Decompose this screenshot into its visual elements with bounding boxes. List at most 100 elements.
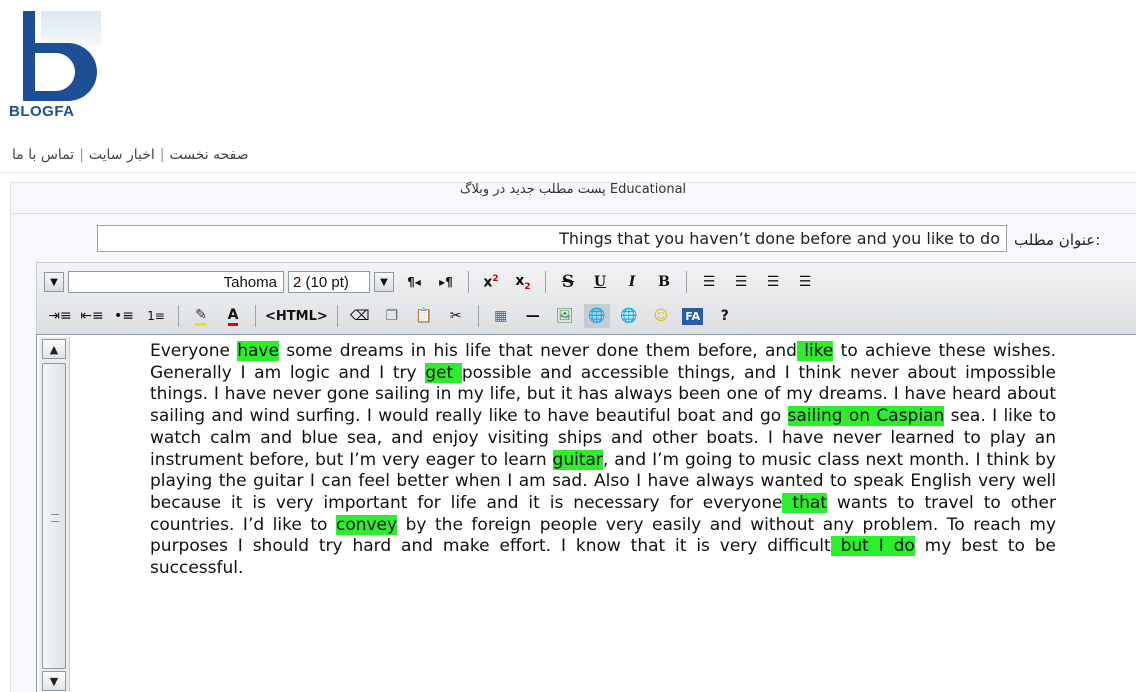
horizontal-rule-button[interactable]: — bbox=[520, 304, 546, 328]
nav-separator: | bbox=[159, 147, 165, 163]
underline-button[interactable]: U bbox=[587, 270, 613, 294]
help-button[interactable]: ? bbox=[712, 304, 738, 328]
horizontal-rule-icon: — bbox=[525, 308, 540, 324]
font-size-dropdown-button[interactable]: ▼ bbox=[374, 272, 394, 292]
top-nav: صفحه نخست|اخبار سایت|تماس با ما bbox=[12, 147, 249, 163]
justify-button[interactable]: ☰ bbox=[696, 270, 722, 294]
align-left-icon: ☰ bbox=[798, 274, 812, 290]
scroll-down-button[interactable]: ▼ bbox=[42, 671, 66, 691]
bullet-list-button[interactable]: •≡ bbox=[111, 304, 137, 328]
image-icon: 🖼 bbox=[555, 308, 574, 324]
toolbar-separator bbox=[686, 271, 687, 293]
ltr-direction-button[interactable]: ▸¶ bbox=[433, 270, 459, 294]
highlight-color-button[interactable]: ✎ bbox=[188, 304, 214, 328]
paste-button[interactable]: 📋 bbox=[411, 304, 437, 328]
text-color-button[interactable]: A bbox=[220, 304, 246, 328]
font-size-select[interactable]: 2 (10 pt) bbox=[288, 271, 370, 293]
cut-icon: ✂ bbox=[449, 308, 462, 324]
html-mode-button[interactable]: <HTML> bbox=[265, 304, 328, 328]
web-unlink-icon: 🌐 bbox=[620, 308, 638, 324]
html-mode-label: <HTML> bbox=[265, 308, 328, 324]
paragraph-ltr-icon: ▸¶ bbox=[439, 275, 453, 289]
scroll-up-button[interactable]: ▲ bbox=[42, 339, 66, 359]
chevron-down-icon: ▼ bbox=[49, 674, 59, 688]
insert-table-button[interactable]: ▦ bbox=[488, 304, 514, 328]
nav-news-link[interactable]: اخبار سایت bbox=[89, 147, 155, 163]
persian-keyboard-button[interactable]: FA bbox=[680, 304, 706, 328]
toolbar-menu-dropdown[interactable]: ▼ bbox=[44, 272, 64, 292]
copy-icon: ❐ bbox=[385, 308, 399, 324]
italic-icon: I bbox=[628, 274, 636, 290]
scroll-thumb[interactable] bbox=[42, 363, 66, 669]
paragraph-rtl-icon: ¶◂ bbox=[407, 275, 421, 289]
font-family-value: Tahoma bbox=[223, 273, 277, 291]
help-icon: ? bbox=[720, 308, 729, 324]
toolbar-row-2: ⇥≡ ⇤≡ •≡ 1≡ ✎ A <HTML> ⌫ ❐ 📋 ✂ ▦ — 🖼 🌐 🌐… bbox=[44, 302, 741, 330]
align-center-button[interactable]: ☰ bbox=[760, 270, 786, 294]
chevron-down-icon: ▼ bbox=[380, 276, 388, 288]
post-title-input[interactable] bbox=[97, 225, 1007, 252]
eraser-icon: ⌫ bbox=[349, 308, 370, 324]
strikethrough-button[interactable]: S bbox=[555, 270, 581, 294]
highlighted-text: guitar bbox=[552, 449, 603, 470]
highlighted-text: sailing on Caspian bbox=[787, 406, 945, 427]
nav-divider bbox=[0, 172, 1136, 173]
superscript-button[interactable]: x2 bbox=[478, 270, 504, 294]
highlighted-text: get bbox=[425, 362, 462, 383]
italic-button[interactable]: I bbox=[619, 270, 645, 294]
copy-button[interactable]: ❐ bbox=[379, 304, 405, 328]
nav-home-link[interactable]: صفحه نخست bbox=[170, 147, 249, 163]
toolbar-separator bbox=[336, 305, 338, 327]
nav-contact-link[interactable]: تماس با ما bbox=[12, 147, 74, 163]
post-body-text[interactable]: Everyone have some dreams in his life th… bbox=[150, 341, 1056, 580]
highlighter-icon: ✎ bbox=[195, 307, 207, 326]
smiley-icon: ☺ bbox=[653, 308, 669, 324]
subscript-button[interactable]: x2 bbox=[510, 270, 536, 294]
font-color-icon: A bbox=[227, 307, 239, 326]
editor-scrollbar[interactable]: ▲ ▼ bbox=[39, 337, 70, 691]
insert-link-button[interactable]: 🌐 bbox=[583, 304, 610, 328]
cut-button[interactable]: ✂ bbox=[443, 304, 469, 328]
toolbar-row-1: ▼ Tahoma 2 (10 pt) ▼ ¶◂ ▸¶ x2 x2 S U I B… bbox=[44, 268, 821, 296]
scroll-grip bbox=[51, 514, 59, 522]
highlighted-text: like bbox=[796, 341, 834, 361]
logo-b-counter bbox=[35, 53, 75, 91]
nav-separator: | bbox=[79, 147, 84, 163]
remove-link-button[interactable]: 🌐 bbox=[616, 304, 642, 328]
body-text-segment: some dreams in his life that never done … bbox=[278, 341, 797, 361]
indent-button[interactable]: ⇥≡ bbox=[47, 304, 73, 328]
emoticon-button[interactable]: ☺ bbox=[648, 304, 674, 328]
bold-button[interactable]: B bbox=[651, 270, 677, 294]
toolbar-separator bbox=[255, 305, 256, 327]
table-icon: ▦ bbox=[494, 308, 508, 324]
post-title-label: عنوان مطلب: bbox=[1014, 231, 1101, 249]
highlighted-text: but I do bbox=[830, 536, 915, 557]
font-family-select[interactable]: Tahoma bbox=[68, 271, 284, 293]
toolbar-separator bbox=[178, 305, 179, 327]
web-link-icon: 🌐 bbox=[588, 308, 606, 324]
underline-icon: U bbox=[593, 274, 607, 290]
rtl-direction-button[interactable]: ¶◂ bbox=[401, 270, 427, 294]
bold-icon: B bbox=[658, 274, 670, 290]
align-justify-icon: ☰ bbox=[702, 274, 716, 290]
font-size-value: 2 (10 pt) bbox=[293, 273, 349, 291]
logo-wordmark: BLOGFA bbox=[9, 103, 75, 120]
align-left-button[interactable]: ☰ bbox=[792, 270, 818, 294]
blogfa-logo[interactable]: BLOGFA bbox=[9, 11, 101, 129]
toolbar-separator bbox=[468, 271, 469, 293]
bullet-list-icon: •≡ bbox=[114, 308, 134, 324]
subscript-icon: x2 bbox=[515, 272, 531, 292]
fa-icon: FA bbox=[682, 307, 704, 325]
numbered-list-button[interactable]: 1≡ bbox=[143, 304, 169, 328]
paste-icon: 📋 bbox=[415, 308, 433, 324]
chevron-down-icon: ▼ bbox=[50, 276, 58, 288]
eraser-button[interactable]: ⌫ bbox=[347, 304, 373, 328]
logo-background bbox=[41, 11, 101, 45]
align-right-icon: ☰ bbox=[734, 274, 748, 290]
insert-image-button[interactable]: 🖼 bbox=[552, 304, 578, 328]
align-right-button[interactable]: ☰ bbox=[728, 270, 754, 294]
outdent-button[interactable]: ⇤≡ bbox=[79, 304, 105, 328]
highlighted-text: have bbox=[237, 341, 279, 361]
align-center-icon: ☰ bbox=[766, 274, 780, 290]
body-text-segment: Everyone bbox=[150, 341, 238, 361]
